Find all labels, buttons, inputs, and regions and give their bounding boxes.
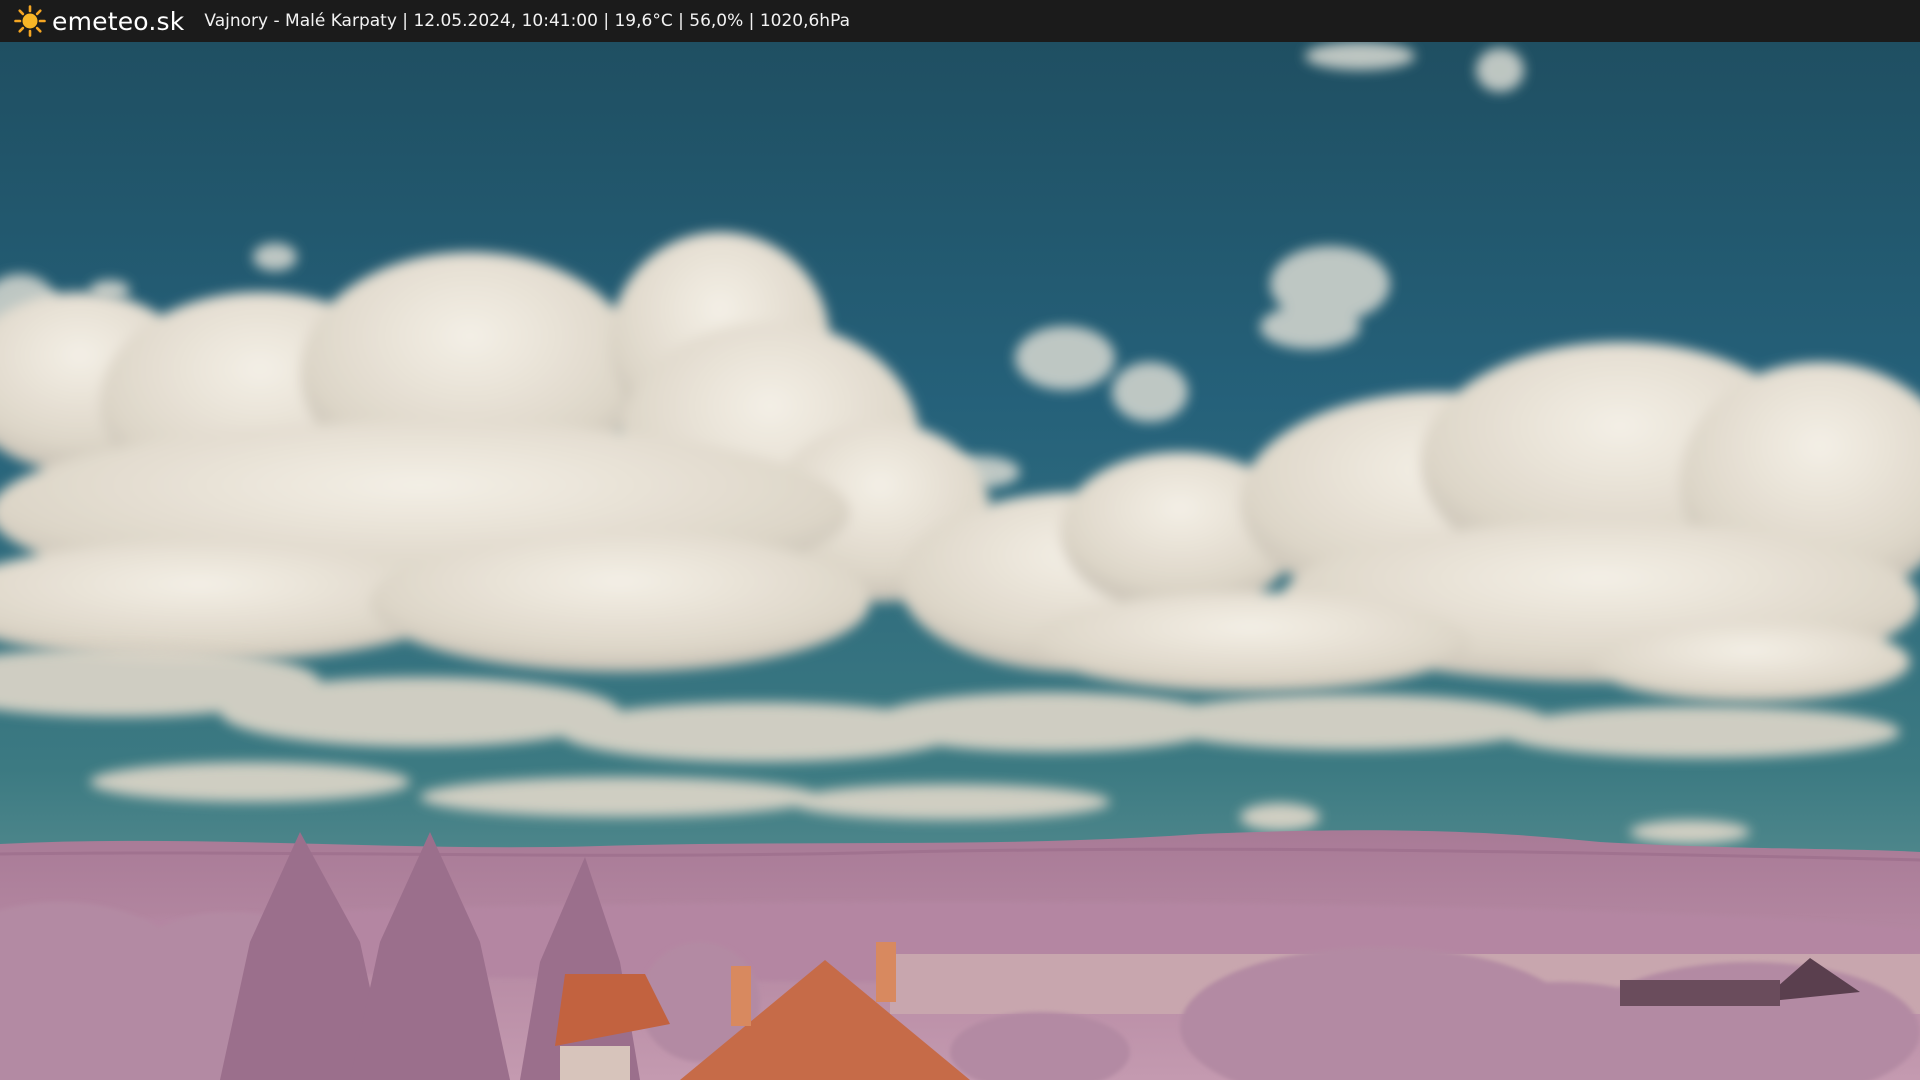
location-label: Vajnory - Malé Karpaty — [204, 11, 397, 31]
datetime-label: 12.05.2024, 10:41:00 — [413, 11, 598, 31]
house-wall-right — [1620, 980, 1780, 1006]
separator: | — [672, 11, 690, 31]
separator: | — [597, 11, 615, 31]
sun-icon — [14, 5, 46, 37]
camera-info: Vajnory - Malé Karpaty | 12.05.2024, 10:… — [204, 11, 850, 31]
logo[interactable]: emeteo.sk — [14, 5, 184, 37]
brand-name: emeteo.sk — [52, 6, 185, 36]
temperature-label: 19,6°C — [614, 11, 673, 31]
chimney-right — [876, 942, 896, 1002]
house-wall-left — [560, 1046, 630, 1080]
chimney-left — [731, 966, 751, 1026]
humidity-label: 56,0% — [689, 11, 744, 31]
pressure-label: 1020,6hPa — [759, 11, 850, 31]
top-bar: emeteo.sk Vajnory - Malé Karpaty | 12.05… — [0, 0, 1920, 42]
webcam-image — [0, 42, 1920, 1080]
separator: | — [396, 11, 414, 31]
separator: | — [743, 11, 760, 31]
